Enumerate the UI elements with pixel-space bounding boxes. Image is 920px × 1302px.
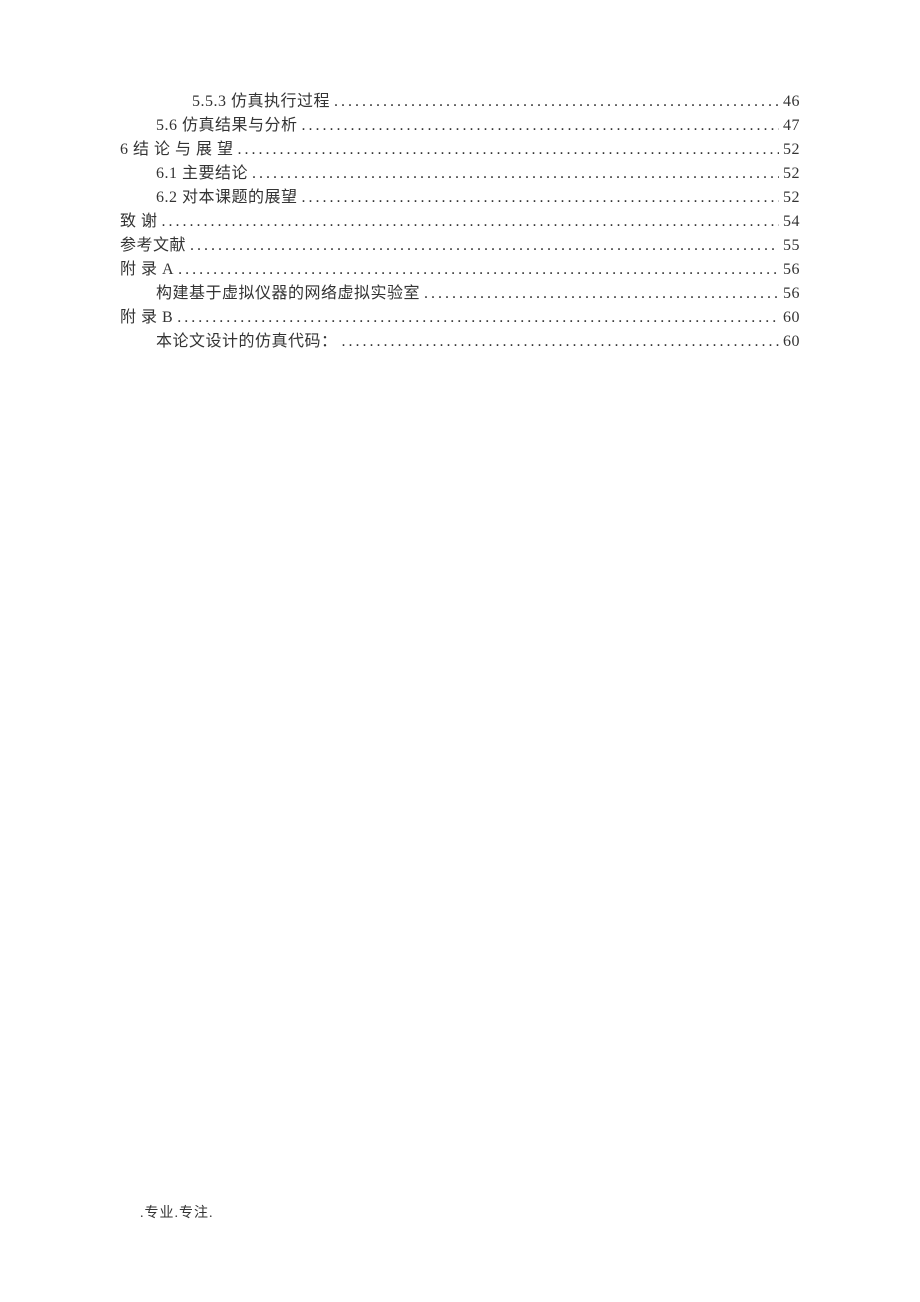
toc-entry-label: 6.1 主要结论	[156, 162, 248, 186]
toc-leader-dots	[162, 210, 779, 234]
toc-entry: 6 结 论 与 展 望 52	[120, 138, 800, 162]
toc-leader-dots	[190, 234, 779, 258]
page-footer: .专业.专注.	[140, 1202, 214, 1222]
toc-entry-label: 参考文献	[120, 234, 186, 258]
toc-entry-label: 附 录 A	[120, 258, 174, 282]
toc-leader-dots	[424, 282, 779, 306]
toc-entry-label: 本论文设计的仿真代码：	[156, 330, 338, 354]
toc-entry-label: 附 录 B	[120, 306, 173, 330]
toc-entry: 附 录 A 56	[120, 258, 800, 282]
toc-entry: 本论文设计的仿真代码： 60	[120, 330, 800, 354]
toc-entry: 6.2 对本课题的展望 52	[120, 186, 800, 210]
toc-entry-page: 52	[783, 186, 800, 210]
toc-leader-dots	[252, 162, 779, 186]
toc-entry-label: 致 谢	[120, 210, 158, 234]
toc-entry-page: 52	[783, 162, 800, 186]
toc-entry: 致 谢 54	[120, 210, 800, 234]
toc-entry: 参考文献 55	[120, 234, 800, 258]
toc-leader-dots	[302, 114, 779, 138]
toc-leader-dots	[342, 330, 779, 354]
toc-entry-label: 6.2 对本课题的展望	[156, 186, 298, 210]
toc-entry-page: 46	[783, 90, 800, 114]
document-page: 5.5.3 仿真执行过程 46 5.6 仿真结果与分析 47 6 结 论 与 展 望 52…	[0, 0, 920, 1302]
toc-entry-page: 54	[783, 210, 800, 234]
toc-entry-label: 5.6 仿真结果与分析	[156, 114, 298, 138]
toc-entry-page: 60	[783, 306, 800, 330]
toc-entry-page: 56	[783, 258, 800, 282]
toc-leader-dots	[178, 258, 779, 282]
toc-entry: 构建基于虚拟仪器的网络虚拟实验室 56	[120, 282, 800, 306]
table-of-contents: 5.5.3 仿真执行过程 46 5.6 仿真结果与分析 47 6 结 论 与 展 望 52…	[120, 90, 800, 354]
toc-leader-dots	[334, 90, 779, 114]
toc-entry: 5.6 仿真结果与分析 47	[120, 114, 800, 138]
toc-leader-dots	[177, 306, 779, 330]
toc-entry-page: 55	[783, 234, 800, 258]
toc-entry-page: 47	[783, 114, 800, 138]
toc-leader-dots	[302, 186, 779, 210]
toc-leader-dots	[238, 138, 779, 162]
toc-entry-page: 60	[783, 330, 800, 354]
toc-entry: 5.5.3 仿真执行过程 46	[120, 90, 800, 114]
toc-entry: 6.1 主要结论 52	[120, 162, 800, 186]
toc-entry-label: 5.5.3 仿真执行过程	[192, 90, 330, 114]
toc-entry-label: 构建基于虚拟仪器的网络虚拟实验室	[156, 282, 420, 306]
toc-entry-page: 52	[783, 138, 800, 162]
toc-entry-label: 6 结 论 与 展 望	[120, 138, 234, 162]
toc-entry: 附 录 B 60	[120, 306, 800, 330]
toc-entry-page: 56	[783, 282, 800, 306]
